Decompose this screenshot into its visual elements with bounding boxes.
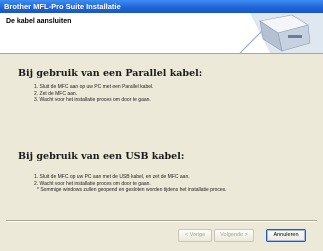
cancel-button[interactable]: Annuleren — [266, 229, 306, 242]
window-title: Brother MFL-Pro Suite Installatie — [4, 2, 121, 11]
list-item: 3. Wacht voor het installatie proces om … — [34, 97, 151, 104]
usb-steps: 1. Sluit de MFC op uw PC aan met de USB … — [34, 174, 227, 194]
usb-heading: Bij gebruik van een USB kabel: — [18, 151, 185, 162]
installer-dialog: Brother MFL-Pro Suite Installatie De kab… — [0, 0, 323, 251]
brother-printer-graphic-icon — [239, 13, 323, 53]
parallel-steps: 1. Sluit de MFC aan op uw PC met een Par… — [34, 84, 154, 104]
footer-divider — [6, 220, 317, 222]
list-item: 2. Zet de MFC aan. — [34, 90, 78, 97]
back-button[interactable]: < Vorige — [178, 229, 212, 242]
list-item: 2. Wacht voor het installatie proces om … — [34, 180, 151, 187]
title-bar[interactable]: Brother MFL-Pro Suite Installatie — [0, 0, 323, 13]
list-item: 1. Sluit de MFC aan op uw PC met een Par… — [34, 84, 154, 90]
instructions-panel: Bij gebruik van een Parallel kabel: 1. S… — [0, 54, 323, 214]
list-item: * Sommige windows zullen geopend en gesl… — [37, 187, 227, 194]
page-title: De kabel aansluiten — [6, 18, 72, 25]
list-item: 1. Sluit de MFC op uw PC aan met de USB … — [34, 174, 190, 180]
next-button[interactable]: Volgende > — [214, 229, 254, 242]
header-panel: De kabel aansluiten — [0, 13, 323, 54]
parallel-heading: Bij gebruik van een Parallel kabel: — [18, 68, 203, 79]
